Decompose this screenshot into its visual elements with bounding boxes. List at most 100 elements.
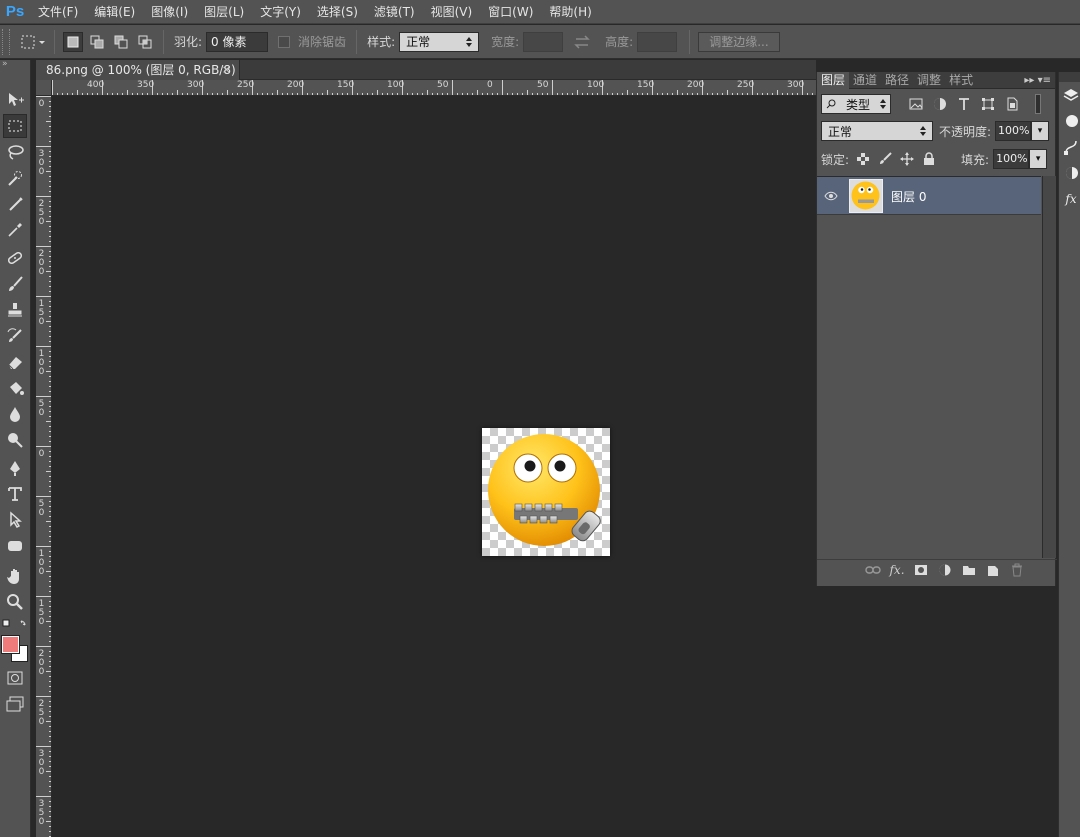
fx-icon[interactable]: fx [1061,188,1080,210]
quick-mask-button[interactable] [3,666,27,690]
hand-tool[interactable] [3,564,27,588]
layer-row[interactable]: 图层 0 [817,177,1041,215]
eraser-tool[interactable] [3,350,27,374]
fill-dropdown[interactable]: ▾ [1029,149,1048,169]
dock-grip[interactable] [1059,72,1080,82]
opacity-input[interactable]: 100% [995,121,1032,141]
dodge-tool[interactable] [3,428,27,452]
ruler-label: 150 [38,599,45,627]
vertical-ruler[interactable]: 0300250200150100500501001502002503003504 [36,96,52,837]
tab-adjustments[interactable]: 调整 [913,72,945,89]
new-selection-button[interactable] [63,31,83,52]
ruler-origin[interactable] [36,80,52,96]
filter-adjustment-button[interactable] [931,95,949,113]
zoom-tool[interactable] [3,590,27,614]
filter-toggle[interactable] [1035,94,1041,114]
tab-channels[interactable]: 通道 [849,72,881,89]
style-select[interactable]: 正常 [399,31,480,52]
menu-filter[interactable]: 滤镜(T) [366,0,423,24]
menu-image[interactable]: 图像(I) [143,0,196,24]
delete-layer-button[interactable] [1005,561,1029,579]
path-select-tool[interactable] [3,508,27,532]
tab-paths[interactable]: 路径 [881,72,913,89]
filter-smart-object-button[interactable] [1003,95,1021,113]
move-tool[interactable] [3,88,27,112]
filter-pixel-button[interactable] [907,95,925,113]
horizontal-ruler[interactable]: 400 350 300 250 200 150 100 50 0 50 100 150 200 250 30… [52,80,816,96]
menu-file[interactable]: 文件(F) [30,0,86,24]
brush-tool[interactable] [3,272,27,296]
lock-position-button[interactable] [899,151,915,167]
visibility-toggle[interactable] [823,188,839,204]
layer-name[interactable]: 图层 0 [891,188,926,205]
fill-input[interactable]: 100% [993,149,1030,169]
lock-pixels-button[interactable] [877,151,893,167]
layers-scrollbar[interactable] [1042,176,1056,558]
new-adjustment-button[interactable] [933,561,957,579]
healing-tool[interactable] [3,246,27,270]
close-icon[interactable]: × [222,60,231,80]
options-grip[interactable] [2,28,10,55]
pen-tool[interactable] [3,456,27,480]
width-input[interactable] [523,31,564,52]
link-layers-button[interactable] [861,561,885,579]
marquee-tool[interactable] [3,114,27,138]
menu-layer[interactable]: 图层(L) [196,0,252,24]
lock-all-button[interactable] [921,151,937,167]
dock-paths-button[interactable] [1061,136,1080,158]
menu-window[interactable]: 窗口(W) [480,0,541,24]
fill-label: 填充: [961,152,990,167]
height-input[interactable] [637,31,678,52]
opacity-dropdown[interactable]: ▾ [1031,121,1050,141]
kind-filter-value: 类型 [845,97,870,112]
refine-edge-button[interactable]: 调整边缘... [698,31,780,52]
tool-preset-picker[interactable] [18,30,48,54]
menu-type[interactable]: 文字(Y) [252,0,309,24]
filter-shape-button[interactable] [979,95,997,113]
type-tool[interactable] [3,482,27,506]
stamp-tool[interactable] [3,298,27,322]
kind-filter-select[interactable]: 类型 [821,94,891,114]
filter-type-button[interactable] [955,95,973,113]
new-layer-button[interactable] [981,561,1005,579]
document-tab[interactable]: 86.png @ 100% (图层 0, RGB/8) × [36,60,240,80]
paint-bucket-tool[interactable] [3,376,27,400]
tab-styles[interactable]: 样式 [945,72,977,89]
type-icon [959,98,969,110]
tab-layers[interactable]: 图层 [817,71,850,89]
history-brush-tool[interactable] [3,324,27,348]
canvas-area[interactable] [52,96,816,837]
lasso-tool[interactable] [3,140,27,164]
shape-tool[interactable] [3,534,27,558]
fx-icon[interactable]: fx. [885,561,909,579]
panel-menu-icon[interactable]: ▸▸ ▾≡ [1024,72,1051,89]
eyedropper-tool[interactable] [3,218,27,242]
toolbox: » [0,60,31,837]
feather-input[interactable]: 0 像素 [206,31,269,52]
swap-icon[interactable] [567,34,597,50]
screen-mode-button[interactable] [3,692,27,716]
dock-adjustments-button[interactable] [1061,162,1080,184]
foreground-color-swatch[interactable] [2,636,19,653]
crop-tool[interactable] [3,192,27,216]
intersect-selection-button[interactable] [135,32,155,52]
image-canvas[interactable] [482,428,610,556]
add-mask-button[interactable] [909,561,933,579]
blend-mode-select[interactable]: 正常 [821,121,933,141]
dock-channels-button[interactable] [1061,110,1080,132]
new-group-button[interactable] [957,561,981,579]
lock-transparent-button[interactable] [855,151,871,167]
toolbox-collapse-icon[interactable]: » [0,60,30,70]
antialias-checkbox[interactable] [278,35,291,48]
menu-select[interactable]: 选择(S) [309,0,366,24]
dock-layers-button[interactable] [1061,84,1080,106]
menu-help[interactable]: 帮助(H) [541,0,599,24]
blur-tool[interactable] [3,402,27,426]
ruler-label: 200 [287,80,305,90]
subtract-selection-button[interactable] [111,32,131,52]
menu-edit[interactable]: 编辑(E) [86,0,143,24]
quick-select-tool[interactable] [3,166,27,190]
menu-view[interactable]: 视图(V) [423,0,481,24]
add-selection-button[interactable] [87,32,107,52]
default-colors-icon[interactable] [2,618,30,630]
